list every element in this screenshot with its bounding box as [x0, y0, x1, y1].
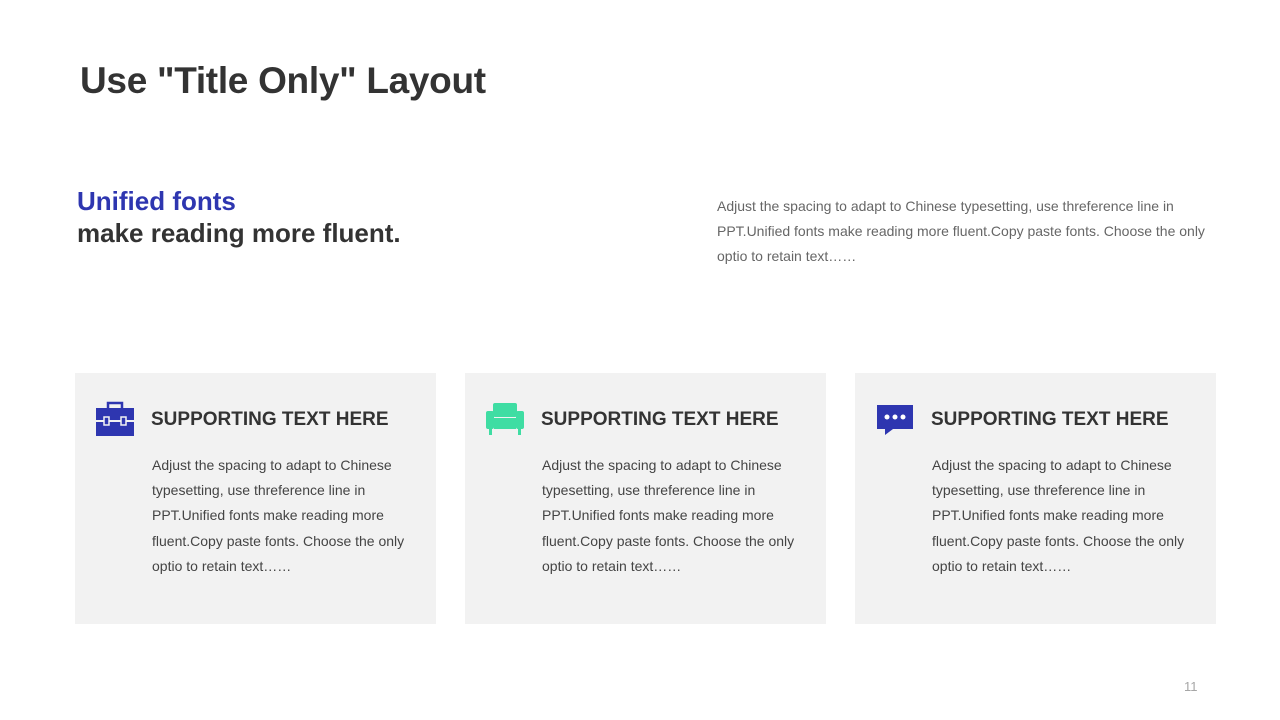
headline-accent: Unified fonts — [77, 186, 236, 216]
slide: Use "Title Only" Layout Unified fonts ma… — [0, 0, 1280, 720]
headline-main: make reading more fluent. — [77, 218, 401, 248]
page-number: 11 — [1184, 679, 1198, 694]
cards-row: SUPPORTING TEXT HERE Adjust the spacing … — [75, 373, 1216, 624]
card-toolbox: SUPPORTING TEXT HERE Adjust the spacing … — [75, 373, 436, 624]
card-title: SUPPORTING TEXT HERE — [541, 409, 779, 430]
sofa-icon — [485, 401, 525, 437]
card-sofa: SUPPORTING TEXT HERE Adjust the spacing … — [465, 373, 826, 624]
card-body: Adjust the spacing to adapt to Chinese t… — [152, 457, 405, 574]
card-body: Adjust the spacing to adapt to Chinese t… — [932, 457, 1185, 574]
card-title: SUPPORTING TEXT HERE — [931, 409, 1169, 430]
toolbox-icon — [95, 401, 135, 437]
chat-bubble-icon — [875, 401, 915, 437]
card-title: SUPPORTING TEXT HERE — [151, 409, 389, 430]
card-body: Adjust the spacing to adapt to Chinese t… — [542, 457, 795, 574]
headline: Unified fonts make reading more fluent. — [77, 185, 497, 249]
intro-paragraph: Adjust the spacing to adapt to Chinese t… — [717, 198, 1205, 264]
slide-title: Use "Title Only" Layout — [80, 60, 486, 101]
card-chat: SUPPORTING TEXT HERE Adjust the spacing … — [855, 373, 1216, 624]
